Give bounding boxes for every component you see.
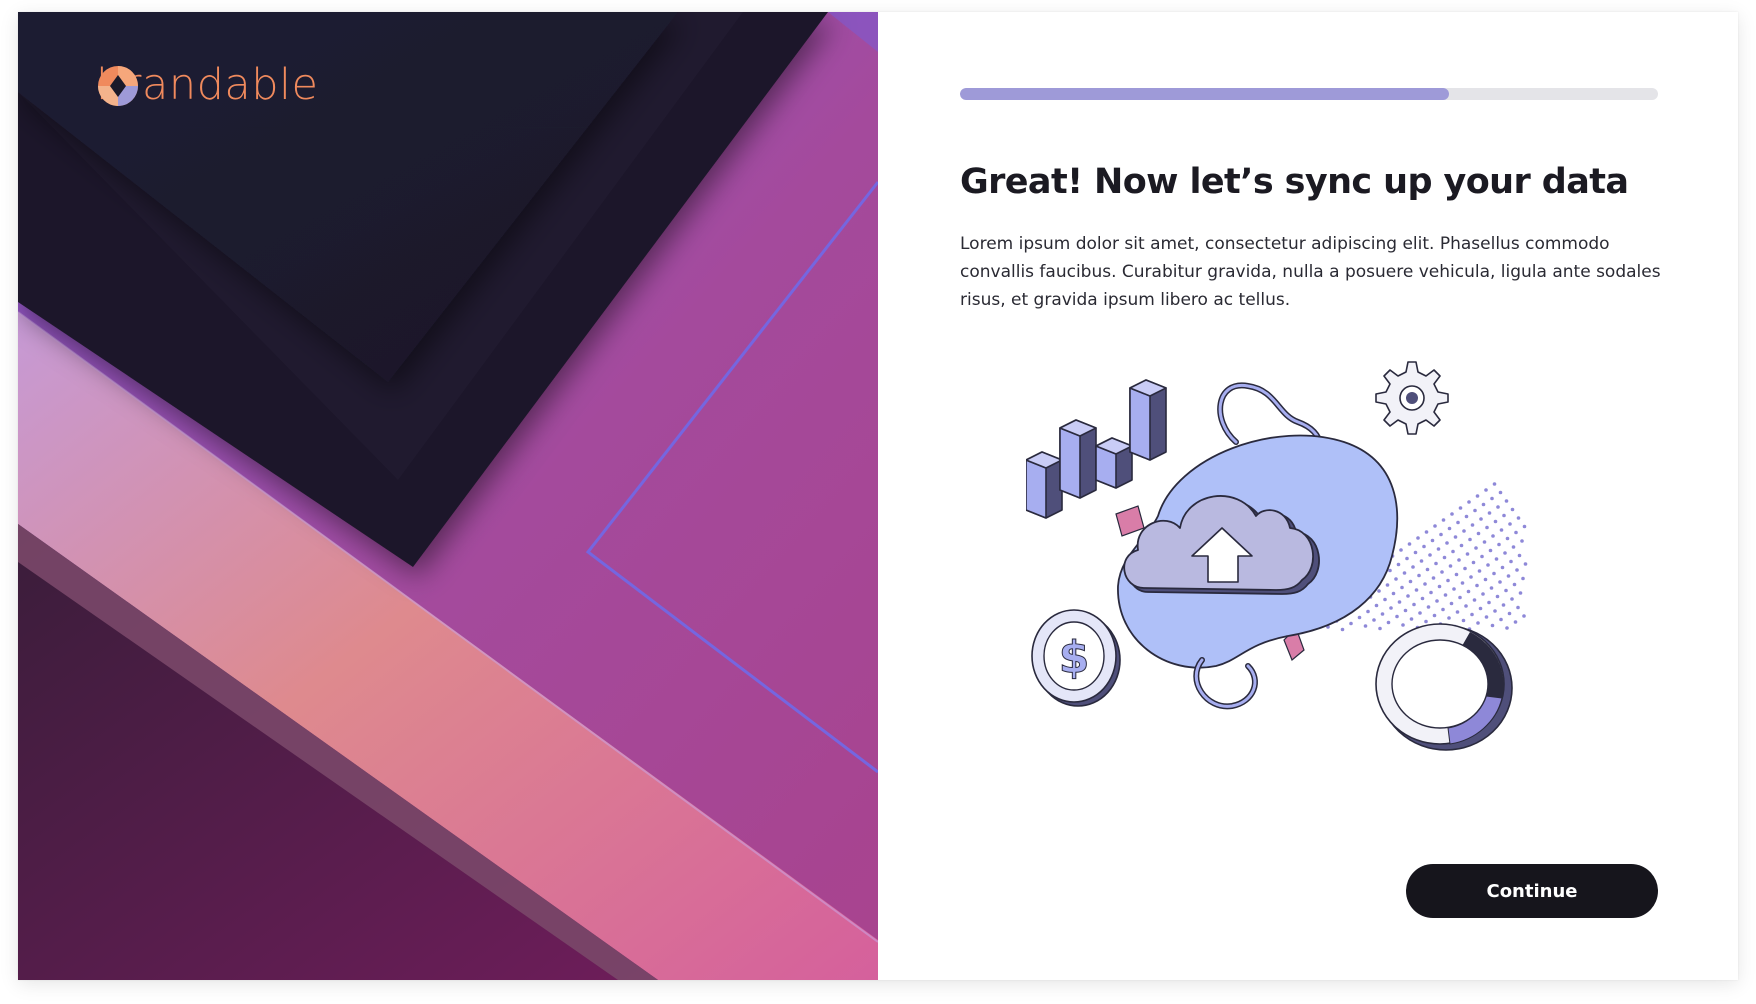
page-description: Lorem ipsum dolor sit amet, consectetur … <box>960 234 1661 310</box>
gear-icon <box>1375 361 1449 435</box>
pink-gem-icon <box>1115 505 1145 537</box>
progress-fill <box>960 88 1449 100</box>
brand-logo[interactable]: brandable <box>96 64 318 111</box>
abstract-background <box>18 12 878 980</box>
cloud-upload-icon: $ <box>1026 361 1528 751</box>
svg-text:$: $ <box>1059 632 1090 683</box>
donut-chart-icon <box>1375 623 1513 751</box>
continue-button[interactable]: Continue <box>1406 864 1658 918</box>
onboarding-content: Great! Now let’s sync up your data Lorem… <box>878 12 1738 980</box>
brandable-logo-icon <box>98 66 138 106</box>
onboarding-progress-bar <box>960 88 1658 100</box>
bar-chart-icon <box>1026 379 1167 519</box>
dollar-coin-icon: $ <box>1031 609 1121 707</box>
hero-art-panel: brandable <box>18 12 878 980</box>
page-title: Great! Now let’s sync up your data <box>960 162 1629 202</box>
onboarding-card: brandable Great! Now let’s sync up your … <box>18 12 1738 980</box>
